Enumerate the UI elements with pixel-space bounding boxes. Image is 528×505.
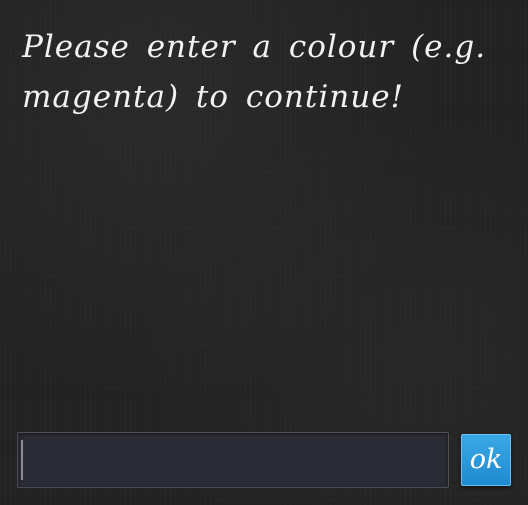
colour-input[interactable] <box>18 433 448 487</box>
prompt-text: Please enter a colour (e.g. magenta) to … <box>22 29 487 115</box>
ok-button[interactable]: ok <box>461 434 511 486</box>
colour-input-field[interactable] <box>17 432 449 488</box>
